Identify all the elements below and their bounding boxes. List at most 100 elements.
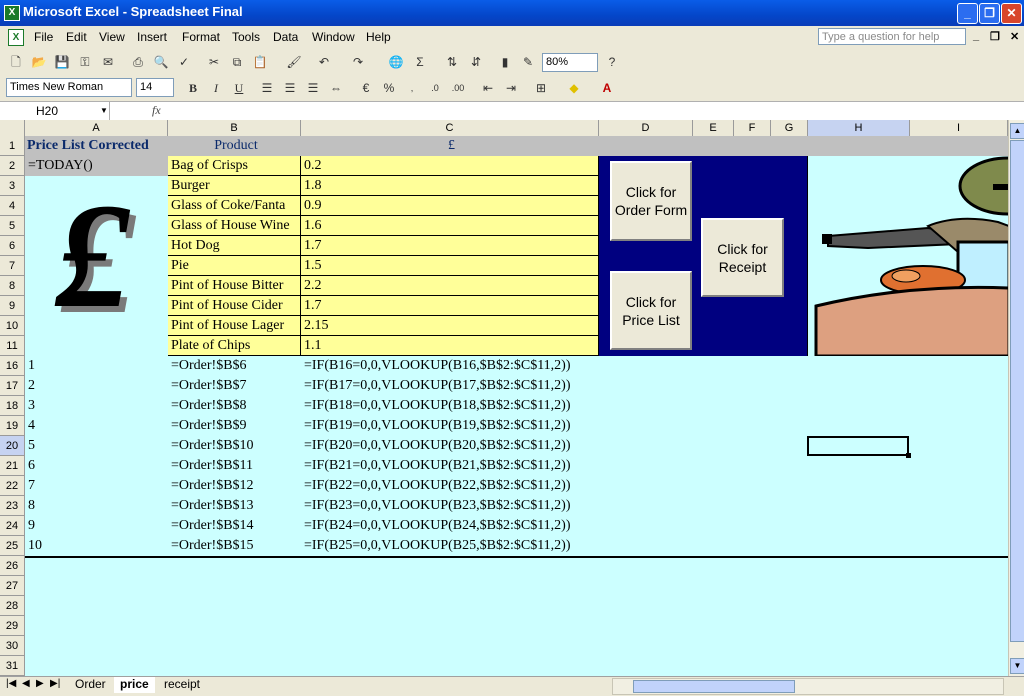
name-box-dropdown-icon[interactable]: ▼ bbox=[100, 106, 108, 115]
help-icon[interactable]: ? bbox=[604, 54, 620, 70]
row-header[interactable]: 24 bbox=[0, 516, 25, 536]
print-icon[interactable]: ⎙ bbox=[130, 54, 146, 70]
align-center-icon[interactable]: ☰ bbox=[282, 80, 298, 96]
product-cell[interactable]: Glass of Coke/Fanta bbox=[168, 196, 301, 216]
decrease-decimal-icon[interactable]: .00 bbox=[450, 80, 466, 96]
formula-cell-b[interactable]: =Order!$B$14 bbox=[168, 516, 301, 536]
column-header[interactable]: E bbox=[693, 120, 734, 136]
tab-order[interactable]: Order bbox=[69, 677, 112, 693]
menu-format[interactable]: Format bbox=[182, 30, 220, 44]
price-cell[interactable]: 1.7 bbox=[301, 236, 599, 256]
product-cell[interactable]: Glass of House Wine bbox=[168, 216, 301, 236]
print-preview-icon[interactable]: 🔍 bbox=[153, 54, 169, 70]
scroll-thumb[interactable] bbox=[1010, 140, 1024, 642]
price-cell[interactable]: 1.6 bbox=[301, 216, 599, 236]
bold-icon[interactable]: B bbox=[185, 80, 201, 96]
permission-icon[interactable]: ⚿ bbox=[77, 54, 93, 70]
doc-restore-icon[interactable]: ❐ bbox=[990, 30, 1000, 43]
menu-file[interactable]: File bbox=[34, 30, 53, 44]
row-header[interactable]: 5 bbox=[0, 216, 25, 236]
name-box[interactable]: H20 bbox=[0, 102, 110, 121]
price-cell[interactable]: 2.15 bbox=[301, 316, 599, 336]
formula-cell-c[interactable]: =IF(B22=0,0,VLOOKUP(B22,$B$2:$C$11,2)) bbox=[301, 476, 599, 496]
increase-decimal-icon[interactable]: .0 bbox=[427, 80, 443, 96]
minimize-button[interactable]: _ bbox=[957, 3, 978, 24]
new-icon[interactable]: 🗋 bbox=[8, 54, 24, 70]
scroll-up-icon[interactable]: ▲ bbox=[1010, 123, 1024, 139]
column-header[interactable]: C bbox=[301, 120, 599, 136]
formula-cell-c[interactable]: =IF(B23=0,0,VLOOKUP(B23,$B$2:$C$11,2)) bbox=[301, 496, 599, 516]
formula-cell-b[interactable]: =Order!$B$8 bbox=[168, 396, 301, 416]
format-painter-icon[interactable]: 🖌 bbox=[286, 54, 302, 70]
product-cell[interactable]: Hot Dog bbox=[168, 236, 301, 256]
product-cell[interactable]: Pint of House Bitter bbox=[168, 276, 301, 296]
row-header[interactable]: 20 bbox=[0, 436, 25, 456]
formula-cell-a[interactable]: 4 bbox=[25, 416, 168, 436]
product-cell[interactable]: Burger bbox=[168, 176, 301, 196]
restore-button[interactable]: ❐ bbox=[979, 3, 1000, 24]
formula-cell-c[interactable]: =IF(B20=0,0,VLOOKUP(B20,$B$2:$C$11,2)) bbox=[301, 436, 599, 456]
formula-cell-a[interactable]: 6 bbox=[25, 456, 168, 476]
column-header[interactable]: F bbox=[734, 120, 771, 136]
row-header[interactable]: 27 bbox=[0, 576, 25, 596]
menu-help[interactable]: Help bbox=[366, 30, 391, 44]
sort-ascending-icon[interactable]: ⇅ bbox=[444, 54, 460, 70]
menu-data[interactable]: Data bbox=[273, 30, 298, 44]
product-cell[interactable]: Plate of Chips bbox=[168, 336, 301, 356]
open-icon[interactable]: 📂 bbox=[31, 54, 47, 70]
formula-cell-a[interactable]: 10 bbox=[25, 536, 168, 556]
formula-cell-c[interactable]: =IF(B18=0,0,VLOOKUP(B18,$B$2:$C$11,2)) bbox=[301, 396, 599, 416]
formula-cell-b[interactable]: =Order!$B$9 bbox=[168, 416, 301, 436]
align-left-icon[interactable]: ☰ bbox=[259, 80, 275, 96]
hyperlink-icon[interactable]: 🌐 bbox=[388, 54, 404, 70]
workbook-icon[interactable]: X bbox=[8, 29, 24, 46]
font-color-icon[interactable]: A bbox=[599, 80, 615, 96]
column-header[interactable]: B bbox=[168, 120, 301, 136]
row-header[interactable]: 8 bbox=[0, 276, 25, 296]
row-header[interactable]: 1 bbox=[0, 136, 25, 156]
borders-icon[interactable]: ⊞ bbox=[533, 80, 549, 96]
formula-cell-a[interactable]: 5 bbox=[25, 436, 168, 456]
price-cell[interactable]: 2.2 bbox=[301, 276, 599, 296]
formula-cell-b[interactable]: =Order!$B$10 bbox=[168, 436, 301, 456]
merge-center-icon[interactable]: ⇔ bbox=[328, 80, 344, 96]
row-header[interactable]: 23 bbox=[0, 496, 25, 516]
undo-icon[interactable]: ↶ bbox=[316, 54, 332, 70]
formula-cell-b[interactable]: =Order!$B$13 bbox=[168, 496, 301, 516]
last-sheet-icon[interactable]: ▶| bbox=[50, 678, 60, 689]
formula-cell-b[interactable]: =Order!$B$15 bbox=[168, 536, 301, 556]
copy-icon[interactable]: ⧉ bbox=[229, 54, 245, 70]
redo-icon[interactable]: ↷ bbox=[350, 54, 366, 70]
formula-cell-c[interactable]: =IF(B24=0,0,VLOOKUP(B24,$B$2:$C$11,2)) bbox=[301, 516, 599, 536]
row-header[interactable]: 4 bbox=[0, 196, 25, 216]
horizontal-scrollbar[interactable] bbox=[612, 678, 1004, 695]
doc-close-icon[interactable]: ✕ bbox=[1010, 30, 1019, 43]
column-header-selected[interactable]: H bbox=[808, 120, 910, 136]
product-cell[interactable]: Pie bbox=[168, 256, 301, 276]
formula-cell-c[interactable]: =IF(B25=0,0,VLOOKUP(B25,$B$2:$C$11,2)) bbox=[301, 536, 599, 556]
row-header[interactable]: 17 bbox=[0, 376, 25, 396]
row-header[interactable]: 3 bbox=[0, 176, 25, 196]
sort-descending-icon[interactable]: ⇵ bbox=[468, 54, 484, 70]
formula-cell-a[interactable]: 1 bbox=[25, 356, 168, 376]
vertical-scrollbar[interactable]: ▲ ▼ bbox=[1008, 120, 1024, 676]
formula-cell-c[interactable]: =IF(B17=0,0,VLOOKUP(B17,$B$2:$C$11,2)) bbox=[301, 376, 599, 396]
price-list-button[interactable]: Click for Price List bbox=[610, 271, 692, 350]
row-header[interactable]: 21 bbox=[0, 456, 25, 476]
prev-sheet-icon[interactable]: ◀ bbox=[22, 678, 30, 689]
increase-indent-icon[interactable]: ⇥ bbox=[503, 80, 519, 96]
column-header[interactable]: A bbox=[25, 120, 168, 136]
row-header[interactable]: 29 bbox=[0, 616, 25, 636]
currency-icon[interactable]: € bbox=[358, 80, 374, 96]
formula-cell-a[interactable]: 3 bbox=[25, 396, 168, 416]
row-header[interactable]: 2 bbox=[0, 156, 25, 176]
column-header[interactable]: I bbox=[910, 120, 1008, 136]
product-cell[interactable]: Pint of House Lager bbox=[168, 316, 301, 336]
formula-cell-a[interactable]: 8 bbox=[25, 496, 168, 516]
column-header[interactable]: D bbox=[599, 120, 693, 136]
row-header[interactable]: 7 bbox=[0, 256, 25, 276]
row-header[interactable]: 19 bbox=[0, 416, 25, 436]
product-cell[interactable]: Pint of House Cider bbox=[168, 296, 301, 316]
decrease-indent-icon[interactable]: ⇤ bbox=[480, 80, 496, 96]
formula-cell-a[interactable]: 9 bbox=[25, 516, 168, 536]
